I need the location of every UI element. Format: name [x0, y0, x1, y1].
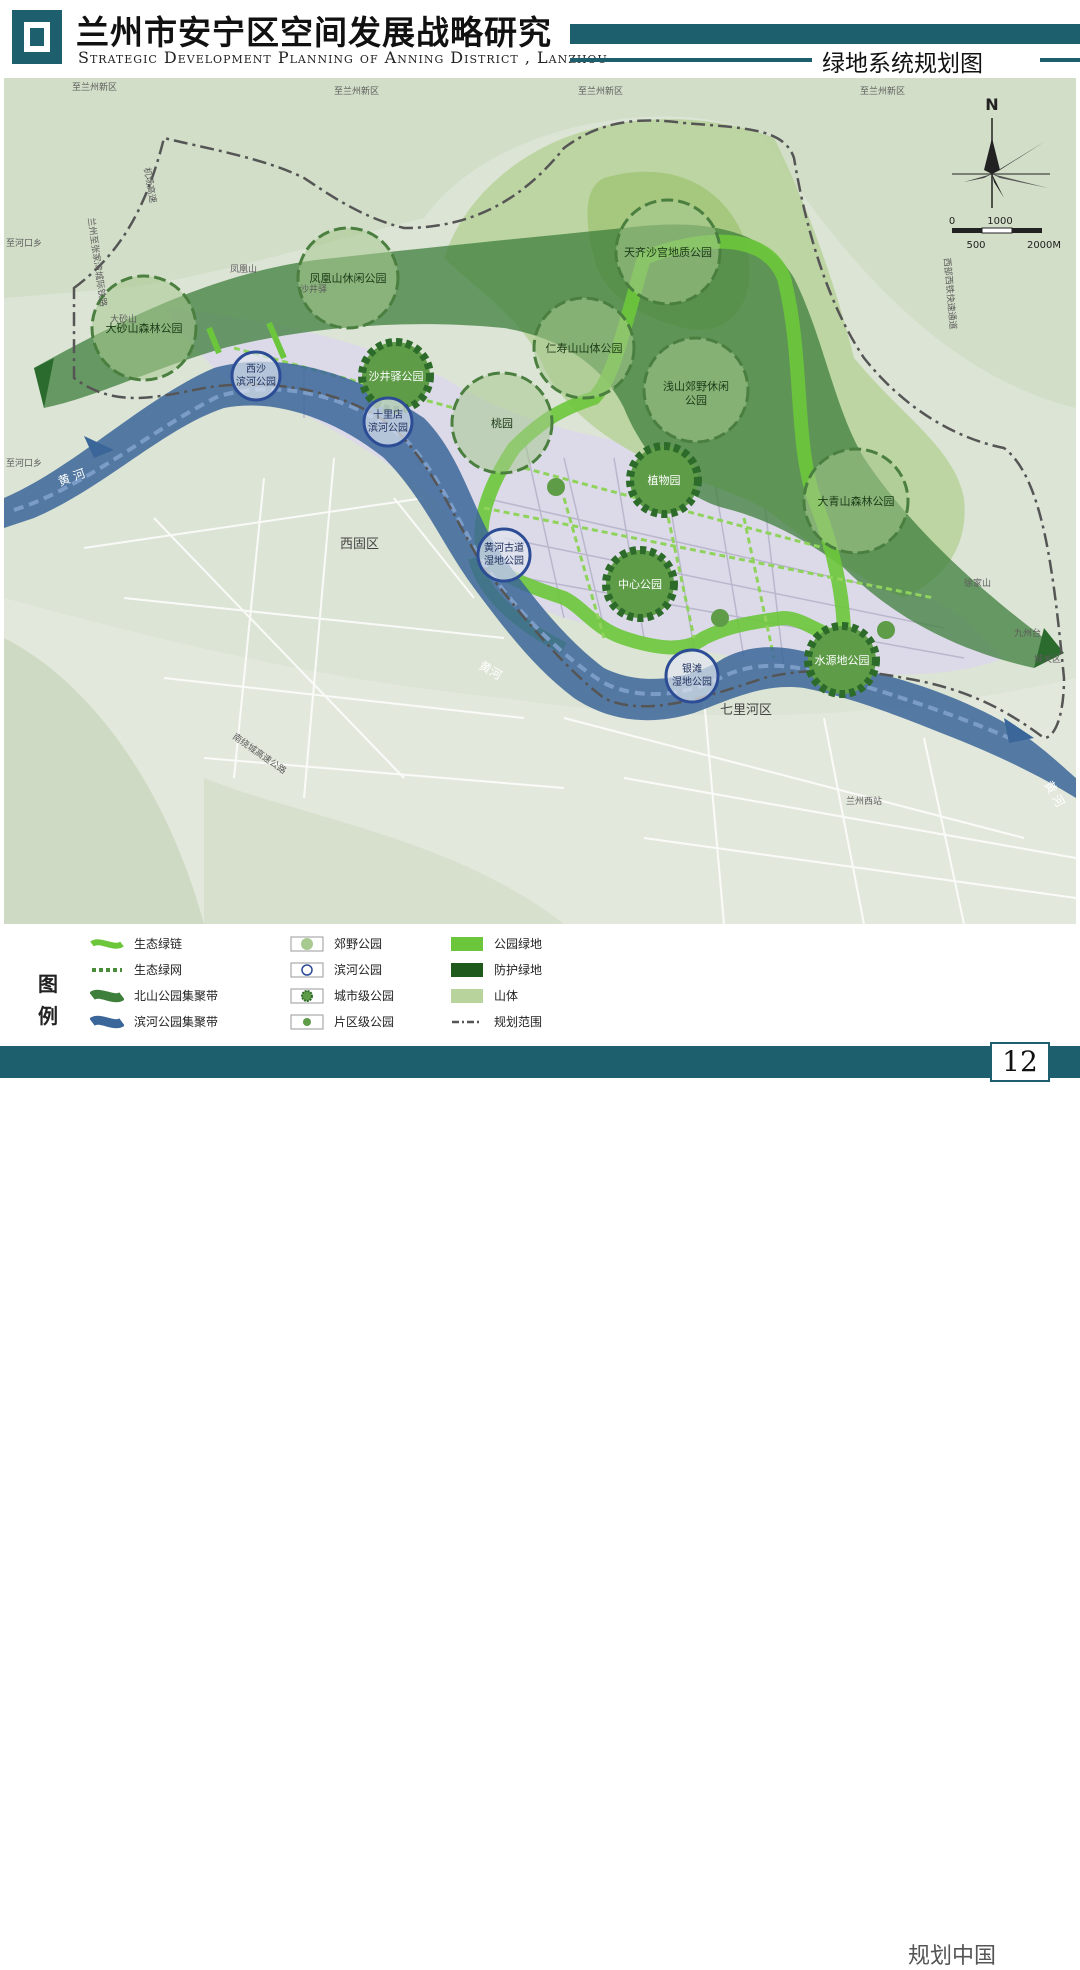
- map-label: 植物园: [648, 473, 681, 487]
- legend-label: 片区级公园: [334, 1015, 395, 1029]
- place-label: 至兰州新区: [578, 85, 623, 97]
- district-park-2[interactable]: [711, 609, 729, 627]
- footer-bar: [0, 1046, 1080, 1078]
- map-canvas: 大砂山森林公园 凤凰山休闲公园 天齐沙宫地质公园 仁寿山山体公园 浅山郊野休闲 …: [4, 78, 1076, 924]
- page-title-en: Strategic Development Planning of Anning…: [78, 48, 608, 67]
- header-subbar-right: [1040, 58, 1080, 62]
- map-label: 十里店: [373, 408, 403, 421]
- map-label: 仁寿山山体公园: [546, 341, 623, 355]
- scale-label: 1000: [987, 216, 1012, 227]
- place-label: 沙井驿: [300, 283, 327, 295]
- map-label: 银滩: [682, 662, 702, 675]
- place-label: 九州台: [1014, 627, 1041, 639]
- place-label: 至兰州新区: [334, 85, 379, 97]
- district-label: 西固区: [340, 537, 379, 552]
- legend-label: 北山公园集聚带: [134, 989, 219, 1003]
- park-shilidian[interactable]: [362, 396, 414, 448]
- legend-title: 例: [38, 1004, 58, 1028]
- scale-label: 500: [966, 240, 985, 251]
- map-label: 浅山郊野休闲: [663, 379, 729, 393]
- map-label: 滨河公园: [368, 421, 408, 434]
- district-label: 七里河区: [720, 703, 772, 718]
- legend-label: 规划范围: [494, 1015, 543, 1029]
- logo: [12, 10, 62, 64]
- place-label: 至兰州新区: [860, 85, 905, 97]
- green-space-map[interactable]: 大砂山森林公园 凤凰山休闲公园 天齐沙宫地质公园 仁寿山山体公园 浅山郊野休闲 …: [4, 78, 1076, 924]
- map-label: 大青山森林公园: [818, 494, 895, 508]
- place-label: 大砂山: [110, 313, 137, 325]
- legend-label: 滨河公园集聚带: [134, 1015, 219, 1029]
- page-number: 12: [990, 1042, 1050, 1082]
- map-label: 滨河公园: [236, 375, 276, 388]
- park-huanghegudao[interactable]: [476, 527, 532, 583]
- map-label: 湿地公园: [672, 675, 712, 688]
- legend-label: 山体: [494, 989, 519, 1003]
- legend-label: 生态绿链: [134, 937, 183, 951]
- header-subbar: [570, 58, 812, 62]
- header: 兰州市安宁区空间发展战略研究 Strategic Development Pla…: [0, 0, 1080, 78]
- place-label: 城关区: [1034, 653, 1061, 665]
- legend-label: 生态绿网: [134, 963, 183, 977]
- map-label: 桃园: [491, 416, 513, 430]
- page-title: 兰州市安宁区空间发展战略研究: [76, 13, 552, 52]
- place-label: 至河口乡: [6, 457, 42, 469]
- place-label: 徐家山: [964, 577, 991, 589]
- legend-label: 城市级公园: [334, 989, 395, 1003]
- watermark-text: 规划中国: [908, 1944, 997, 1969]
- legend-label: 滨河公园: [334, 963, 383, 977]
- legend-label: 防护绿地: [494, 963, 543, 977]
- place-label: 凤凰山: [230, 264, 257, 275]
- map-label: 湿地公园: [484, 554, 524, 567]
- map-label: 黄河古道: [484, 541, 524, 554]
- park-xisha[interactable]: [230, 350, 282, 402]
- map-label: 西沙: [246, 363, 266, 375]
- district-park-3[interactable]: [877, 621, 895, 639]
- scale-label: 2000M: [1027, 240, 1061, 251]
- map-label: 中心公园: [618, 578, 662, 591]
- map-subtitle: 绿地系统规划图: [822, 51, 983, 77]
- place-label: 至兰州新区: [72, 81, 117, 93]
- legend: 图 例 生态绿链 生态绿网 北山公园集聚带 滨河公园集聚带 郊野公园 滨河公园 …: [0, 924, 1080, 1969]
- legend-label: 郊野公园: [334, 937, 383, 951]
- map-label: 凤凰山休闲公园: [310, 271, 387, 285]
- legend-title: 图: [38, 972, 58, 996]
- compass-north-label: N: [985, 95, 998, 114]
- header-bar: [570, 24, 1080, 44]
- legend-label: 公园绿地: [494, 937, 543, 951]
- map-label: 天齐沙宫地质公园: [624, 245, 712, 259]
- district-park-1[interactable]: [547, 478, 565, 496]
- place-label: 兰州西站: [846, 795, 882, 807]
- map-label: 水源地公园: [815, 653, 870, 667]
- park-yintan[interactable]: [664, 648, 720, 704]
- map-label: 公园: [685, 394, 707, 407]
- place-label: 至河口乡: [6, 237, 42, 249]
- scale-label: 0: [949, 216, 955, 227]
- map-label: 沙井驿公园: [369, 369, 424, 383]
